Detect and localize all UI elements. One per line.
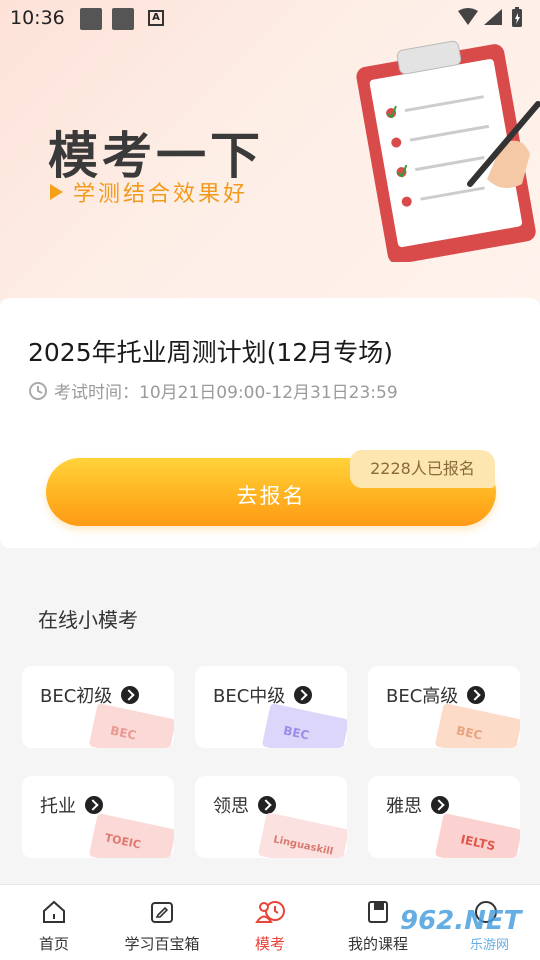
tile-label: 托业 (40, 796, 76, 817)
tab-toolbox[interactable]: 学习百宝箱 (108, 885, 216, 960)
tile-ielts[interactable]: 雅思 IELTS (368, 776, 520, 858)
tile-toeic[interactable]: 托业 TOEIC (22, 776, 174, 858)
keyboard-icon: A (148, 10, 164, 26)
tab-label: 模考 (254, 935, 285, 953)
tile-bec-higher[interactable]: BEC高级 BEC (368, 666, 520, 748)
signal-icon (484, 9, 502, 25)
section-title: 在线小模考 (38, 608, 138, 632)
watermark-subtext: 乐游网 (470, 938, 510, 953)
tab-label: 我的课程 (347, 935, 408, 953)
watermark-logo: 962.NET (400, 906, 522, 936)
linguaskill-card-icon: Linguaskill (258, 812, 347, 858)
ielts-card-icon: IELTS (435, 813, 520, 858)
hero-banner: 10:36 A 模考一下 学测结合效果好 (0, 0, 540, 300)
bec-card-icon: BEC (435, 703, 520, 748)
status-time: 10:36 (10, 7, 65, 29)
course-icon (368, 901, 388, 923)
tab-label: 首页 (38, 935, 69, 953)
tile-bec-vantage[interactable]: BEC中级 BEC (195, 666, 347, 748)
exam-icon (255, 901, 285, 923)
hero-subtitle: 学测结合效果好 (50, 176, 248, 208)
tab-exam[interactable]: 模考 (216, 885, 324, 960)
tile-label: 领思 (213, 796, 249, 817)
tile-label: 雅思 (386, 796, 422, 817)
clipboard-illustration (352, 34, 540, 266)
notification-icon (112, 8, 134, 30)
exam-time-text: 考试时间：10月21日09:00-12月31日23:59 (54, 383, 398, 403)
exam-title: 2025年托业周测计划(12月专场) (28, 338, 393, 367)
play-icon (50, 184, 63, 200)
home-icon (43, 900, 65, 923)
status-icons (456, 7, 530, 33)
wifi-icon (458, 8, 478, 25)
tab-home[interactable]: 首页 (0, 885, 108, 960)
tile-linguaskill[interactable]: 领思 Linguaskill (195, 776, 347, 858)
notification-icon (80, 8, 102, 30)
hero-subtitle-text: 学测结合效果好 (73, 182, 249, 207)
exam-card: 2025年托业周测计划(12月专场) 考试时间：10月21日09:00-12月3… (0, 298, 540, 548)
bec-card-icon: BEC (89, 703, 174, 748)
status-bar: 10:36 A (0, 0, 540, 36)
toolbox-icon (151, 902, 173, 923)
clock-icon (29, 381, 47, 400)
signup-count-badge: 2228人已报名 (350, 450, 495, 488)
toeic-card-icon: TOEIC (89, 813, 174, 858)
tab-label: 学习百宝箱 (124, 935, 200, 953)
exam-time: 考试时间：10月21日09:00-12月31日23:59 (28, 378, 398, 403)
tile-bec-preliminary[interactable]: BEC初级 BEC (22, 666, 174, 748)
bec-card-icon: BEC (262, 703, 347, 748)
